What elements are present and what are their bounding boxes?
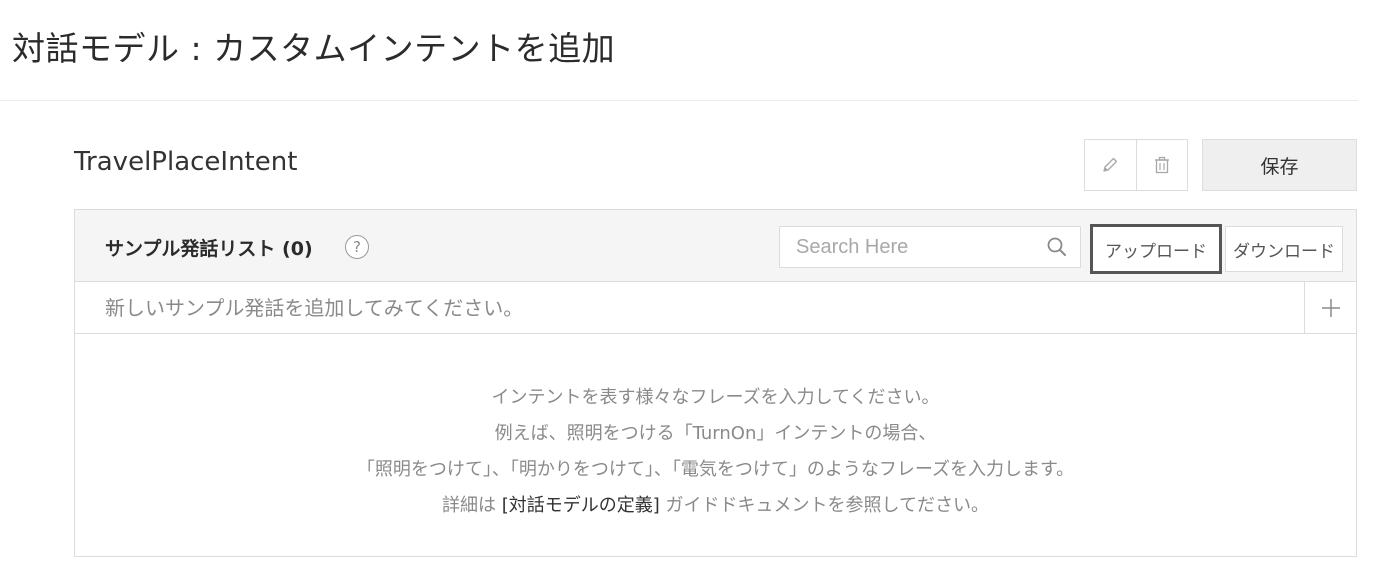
- add-sample-input[interactable]: [75, 282, 1303, 333]
- pencil-icon: [1103, 157, 1118, 172]
- help-line-1: インテントを表す様々なフレーズを入力してください。: [491, 387, 940, 408]
- help-line-4-prefix: 詳細は: [442, 495, 502, 516]
- help-line-4-suffix: ガイドドキュメントを参照してださい。: [659, 495, 989, 516]
- search-box: [779, 226, 1081, 268]
- trash-icon: [1154, 156, 1169, 174]
- intent-name: TravelPlaceIntent: [74, 147, 298, 177]
- add-sample-row: [75, 282, 1356, 334]
- help-line-4: 詳細は [対話モデルの定義] ガイドドキュメントを参照してださい。: [442, 488, 989, 524]
- edit-button[interactable]: [1085, 140, 1136, 190]
- help-icon[interactable]: ?: [345, 235, 369, 259]
- sample-utterance-panel: サンプル発話リスト (0) ? アップロード ダウンロード インテントを表す様々…: [74, 209, 1357, 557]
- save-button[interactable]: 保存: [1202, 139, 1357, 191]
- download-button[interactable]: ダウンロード: [1225, 226, 1343, 272]
- title-divider: [0, 100, 1358, 101]
- upload-button[interactable]: アップロード: [1090, 224, 1222, 274]
- panel-header: サンプル発話リスト (0) ? アップロード ダウンロード: [75, 210, 1356, 282]
- page-title: 対話モデル : カスタムインテントを追加: [12, 29, 616, 68]
- search-input[interactable]: [780, 227, 1040, 267]
- sample-list-title: サンプル発話リスト (0): [105, 238, 313, 260]
- empty-state-help: インテントを表す様々なフレーズを入力してください。 例えば、照明をつける「Tur…: [75, 334, 1356, 556]
- search-icon[interactable]: [1046, 236, 1068, 258]
- model-definition-link[interactable]: [対話モデルの定義]: [502, 495, 660, 516]
- delete-button[interactable]: [1135, 140, 1188, 190]
- intent-tool-group: [1084, 139, 1188, 191]
- help-line-2: 例えば、照明をつける「TurnOn」インテントの場合、: [494, 423, 937, 444]
- help-line-3: 「照明をつけて」、「明かりをつけて」、「電気をつけて」のようなフレーズを入力しま…: [356, 459, 1075, 480]
- plus-icon: [1321, 298, 1340, 317]
- add-sample-button[interactable]: [1304, 282, 1356, 333]
